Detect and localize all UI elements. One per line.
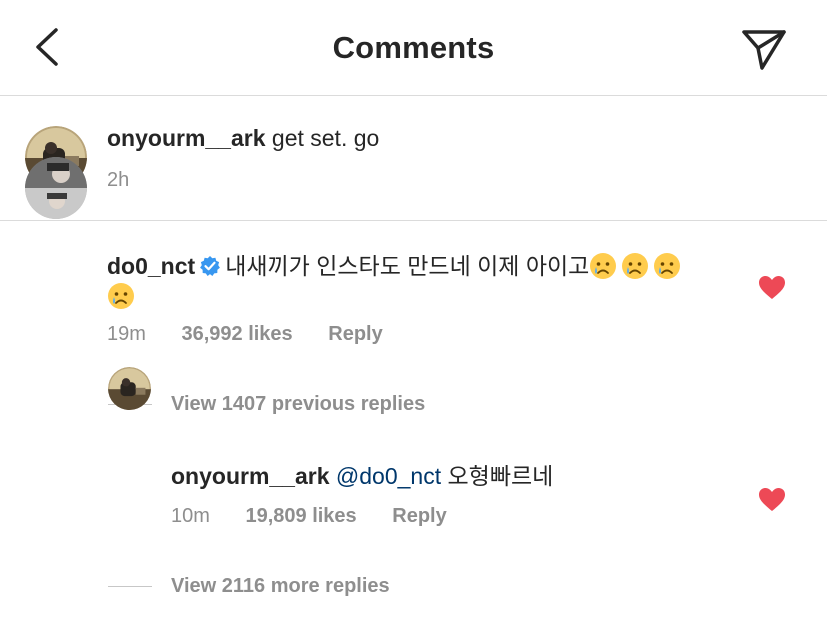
header-bar: Comments — [0, 0, 827, 96]
reply-meta: 10m 19,809 likes Reply — [171, 505, 447, 528]
comment-meta: 19m 36,992 likes Reply — [107, 323, 383, 346]
avatar[interactable] — [25, 157, 87, 219]
comment-username[interactable]: do0_nct — [107, 253, 195, 279]
caption-text: get set. go — [271, 125, 380, 151]
reply-username[interactable]: onyourm__ark — [171, 463, 330, 489]
page-title: Comments — [332, 30, 495, 65]
comment-time: 19m — [107, 323, 146, 345]
crying-face-emoji — [590, 253, 617, 279]
paper-plane-icon[interactable] — [740, 26, 788, 72]
crying-face-emoji — [108, 283, 134, 309]
verified-badge-icon — [200, 256, 221, 276]
crying-face-emoji — [654, 253, 681, 279]
reply-likes[interactable]: 19,809 likes — [245, 505, 356, 527]
heart-icon[interactable] — [758, 487, 786, 513]
reply-text: 오형빠르네 — [447, 463, 554, 489]
crying-face-emoji — [622, 253, 649, 279]
caption-time: 2h — [107, 169, 130, 191]
caption-username[interactable]: onyourm__ark — [107, 125, 266, 151]
reply-time: 10m — [171, 505, 210, 527]
heart-icon[interactable] — [758, 275, 786, 301]
reply-text-line: onyourm__ark @do0_nct 오형빠르네 — [171, 461, 553, 491]
reply-button[interactable]: Reply — [392, 505, 446, 527]
reply-button[interactable]: Reply — [328, 323, 382, 345]
comment-text: 내새끼가 인스타도 만드네 이제 아이고 — [225, 253, 590, 279]
comment-likes[interactable]: 36,992 likes — [181, 323, 292, 345]
view-more-replies-button[interactable]: View 2116 more replies — [171, 575, 390, 598]
reply-mention[interactable]: @do0_nct — [336, 463, 441, 489]
caption-text-line: onyourm__ark get set. go — [107, 123, 379, 153]
thread-divider — [108, 586, 152, 587]
post-caption: onyourm__ark get set. go 2h — [0, 96, 827, 221]
comment-text-block: do0_nct 내새끼가 인스타도 만드네 이제 아이고 — [107, 251, 707, 311]
view-previous-replies-button[interactable]: View 1407 previous replies — [171, 393, 425, 416]
avatar[interactable] — [108, 367, 151, 410]
